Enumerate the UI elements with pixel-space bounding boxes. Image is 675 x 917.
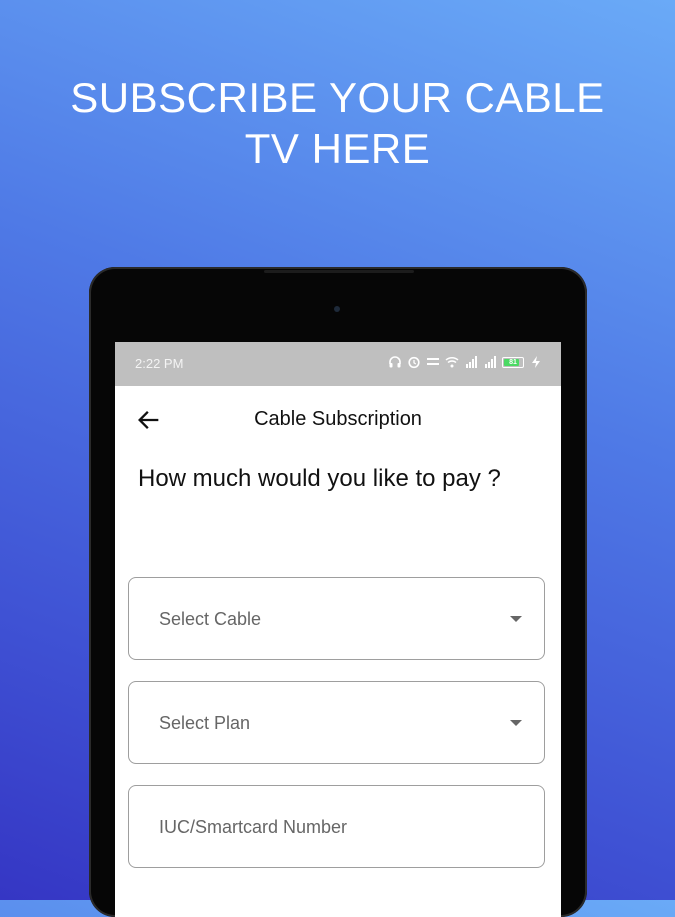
select-plan-placeholder: Select Plan — [159, 713, 251, 733]
tablet-device-frame: 2:22 PM 81 Cable Subscription How much w… — [89, 267, 587, 917]
status-time: 2:22 PM — [135, 356, 184, 371]
headline-line-1: SUBSCRIBE YOUR CABLE — [70, 74, 605, 121]
dropdown-arrow-icon — [510, 616, 522, 622]
dropdown-arrow-icon — [510, 720, 522, 726]
status-bar: 2:22 PM 81 — [115, 342, 561, 386]
charging-icon — [529, 355, 543, 369]
page-title: Cable Subscription — [254, 408, 422, 430]
signal-4g-icon — [464, 355, 478, 369]
iuc-smartcard-input[interactable]: IUC/Smartcard Number — [128, 785, 545, 868]
battery-level: 81 — [509, 358, 517, 366]
front-camera — [334, 306, 340, 312]
payment-question: How much would you like to pay ? — [138, 465, 501, 492]
headline-line-2: TV HERE — [244, 125, 431, 172]
battery-icon: 81 — [502, 356, 524, 368]
device-top-edge — [264, 270, 414, 273]
select-cable-dropdown[interactable]: Select Cable — [128, 577, 545, 660]
status-icons: 81 — [388, 355, 543, 369]
data-speed-icon — [426, 355, 440, 369]
app-screen: 2:22 PM 81 Cable Subscription How much w… — [115, 342, 561, 917]
promo-headline: SUBSCRIBE YOUR CABLE TV HERE — [0, 72, 675, 174]
signal-4g-icon — [483, 355, 497, 369]
select-cable-placeholder: Select Cable — [159, 609, 262, 629]
wifi-icon — [445, 355, 459, 369]
alarm-icon — [407, 355, 421, 369]
app-bar: Cable Subscription — [115, 386, 561, 450]
iuc-smartcard-placeholder: IUC/Smartcard Number — [159, 817, 348, 837]
select-plan-dropdown[interactable]: Select Plan — [128, 681, 545, 764]
headphones-icon — [388, 355, 402, 369]
